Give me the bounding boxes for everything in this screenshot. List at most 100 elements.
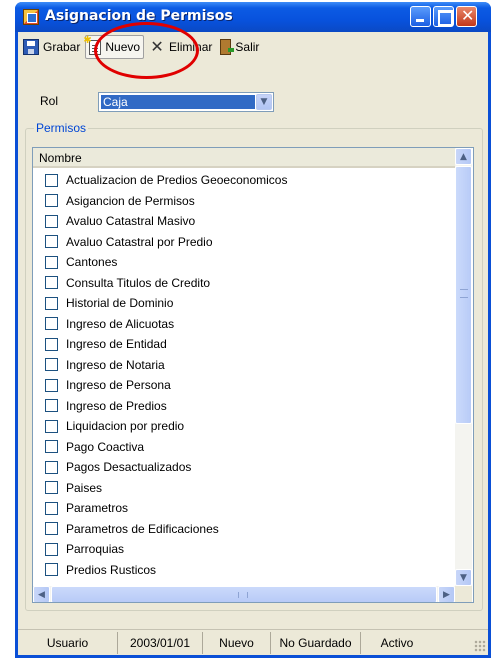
vertical-scroll-thumb[interactable] — [455, 166, 472, 424]
permiso-row[interactable]: Cantones — [33, 252, 455, 273]
permiso-row[interactable]: Pago Coactiva — [33, 437, 455, 458]
scroll-down-icon[interactable]: ▼ — [455, 569, 472, 586]
permiso-label: Pago Coactiva — [66, 439, 145, 454]
permiso-checkbox[interactable] — [45, 501, 58, 515]
permisos-grid: Nombre Actualizacion de Predios Geoecono… — [32, 147, 474, 603]
save-button-label: Grabar — [43, 40, 81, 54]
permiso-label: Parametros — [66, 501, 129, 516]
maximize-button[interactable] — [433, 6, 454, 27]
permiso-checkbox[interactable] — [45, 358, 58, 372]
permiso-checkbox[interactable] — [45, 460, 58, 474]
permiso-row[interactable]: Ingreso de Predios — [33, 396, 455, 417]
permisos-list: Actualizacion de Predios Geoeconomicos As… — [33, 170, 455, 586]
permiso-label: Ingreso de Notaria — [66, 357, 165, 372]
permiso-label: Historial de Dominio — [66, 296, 174, 311]
status-state: Activo — [380, 635, 414, 650]
rol-dropdown[interactable]: Caja ▼ — [98, 92, 274, 112]
horizontal-scroll-thumb[interactable] — [51, 586, 437, 602]
permiso-label: Avaluo Catastral por Predio — [66, 234, 213, 249]
close-icon: ✕ — [461, 6, 475, 25]
permiso-label: Ingreso de Persona — [66, 378, 171, 393]
permiso-row[interactable]: Parametros — [33, 498, 455, 519]
permiso-checkbox[interactable] — [45, 317, 58, 331]
permiso-row[interactable]: Paises — [33, 478, 455, 499]
permiso-checkbox[interactable] — [45, 337, 58, 351]
permiso-label: Parametros de Edificaciones — [66, 521, 219, 536]
rol-selected-value: Caja — [101, 95, 255, 109]
permiso-row[interactable]: Ingreso de Notaria — [33, 355, 455, 376]
permiso-label: Ingreso de Alicuotas — [66, 316, 175, 331]
chevron-down-icon[interactable]: ▼ — [256, 94, 272, 110]
permiso-checkbox[interactable] — [45, 296, 58, 310]
status-user: Usuario — [18, 631, 118, 654]
permiso-label: Cantones — [66, 255, 118, 270]
permiso-row[interactable]: Consulta Titulos de Credito — [33, 273, 455, 294]
delete-button-label: Eliminar — [169, 40, 213, 54]
scroll-left-icon[interactable]: ◀ — [33, 586, 50, 602]
status-saved: No Guardado — [271, 631, 361, 654]
permiso-row[interactable]: Historial de Dominio — [33, 293, 455, 314]
permiso-checkbox[interactable] — [45, 399, 58, 413]
permiso-row[interactable]: Parametros de Edificaciones — [33, 519, 455, 540]
status-bar: Usuario 2003/01/01 Nuevo No Guardado Act… — [18, 629, 488, 655]
status-mode: Nuevo — [203, 631, 271, 654]
permiso-label: Consulta Titulos de Credito — [66, 275, 211, 290]
new-button[interactable]: Nuevo — [83, 35, 145, 59]
permiso-row[interactable]: Ingreso de Alicuotas — [33, 314, 455, 335]
minimize-button[interactable] — [410, 6, 431, 27]
app-window-icon — [23, 9, 39, 25]
save-button[interactable]: Grabar — [20, 35, 83, 59]
permiso-checkbox[interactable] — [45, 235, 58, 249]
permiso-row[interactable]: Liquidacion por predio — [33, 416, 455, 437]
column-header-nombre[interactable]: Nombre — [33, 148, 455, 168]
toolbar: Grabar Nuevo ✕ Eliminar Salir — [18, 32, 488, 62]
permiso-checkbox[interactable] — [45, 522, 58, 536]
vertical-scrollbar[interactable]: ▲ ▼ — [455, 148, 472, 586]
permiso-checkbox[interactable] — [45, 440, 58, 454]
permiso-row[interactable]: Avaluo Catastral por Predio — [33, 232, 455, 253]
scroll-right-icon[interactable]: ▶ — [438, 586, 455, 602]
permiso-row[interactable]: Pagos Desactualizados — [33, 457, 455, 478]
rol-label: Rol — [40, 94, 59, 108]
permiso-label: Pagos Desactualizados — [66, 460, 192, 475]
permiso-row[interactable]: Ingreso de Entidad — [33, 334, 455, 355]
permiso-row[interactable]: Actualizacion de Predios Geoeconomicos — [33, 170, 455, 191]
permiso-label: Paises — [66, 480, 103, 495]
exit-button-label: Salir — [235, 40, 260, 54]
permiso-checkbox[interactable] — [45, 173, 58, 187]
new-document-icon — [83, 35, 102, 55]
permiso-checkbox[interactable] — [45, 194, 58, 208]
door-exit-icon — [220, 39, 235, 55]
permiso-label: Ingreso de Predios — [66, 398, 167, 413]
permiso-checkbox[interactable] — [45, 419, 58, 433]
exit-button[interactable]: Salir — [217, 35, 262, 59]
permiso-label: Asigancion de Permisos — [66, 193, 195, 208]
permiso-label: Parroquias — [66, 542, 125, 557]
permiso-row[interactable]: Ingreso de Persona — [33, 375, 455, 396]
horizontal-scrollbar[interactable]: ◀ ▶ — [33, 586, 455, 602]
permiso-row[interactable]: Asigancion de Permisos — [33, 191, 455, 212]
permiso-checkbox[interactable] — [45, 563, 58, 577]
permiso-label: Predios Rusticos — [66, 562, 157, 577]
close-button[interactable]: ✕ — [456, 6, 477, 27]
scroll-up-icon[interactable]: ▲ — [455, 148, 472, 165]
permiso-label: Avaluo Catastral Masivo — [66, 214, 196, 229]
permiso-label: Actualizacion de Predios Geoeconomicos — [66, 173, 288, 188]
permiso-checkbox[interactable] — [45, 542, 58, 556]
new-button-label: Nuevo — [105, 40, 141, 54]
permiso-row[interactable]: Avaluo Catastral Masivo — [33, 211, 455, 232]
permiso-label: Ingreso de Entidad — [66, 337, 167, 352]
main-window: Asignacion de Permisos ✕ Grabar Nuevo ✕ … — [15, 2, 491, 658]
permiso-checkbox[interactable] — [45, 255, 58, 269]
status-date: 2003/01/01 — [118, 631, 203, 654]
permiso-row[interactable]: Parroquias — [33, 539, 455, 560]
floppy-disk-icon — [23, 39, 39, 55]
permiso-checkbox[interactable] — [45, 276, 58, 290]
resize-grip-icon[interactable] — [474, 640, 486, 652]
permiso-checkbox[interactable] — [45, 214, 58, 228]
permiso-row[interactable]: Predios Rusticos — [33, 560, 455, 581]
title-bar[interactable]: Asignacion de Permisos ✕ — [15, 2, 491, 32]
permiso-checkbox[interactable] — [45, 378, 58, 392]
permiso-checkbox[interactable] — [45, 481, 58, 495]
delete-button[interactable]: ✕ Eliminar — [146, 35, 215, 59]
